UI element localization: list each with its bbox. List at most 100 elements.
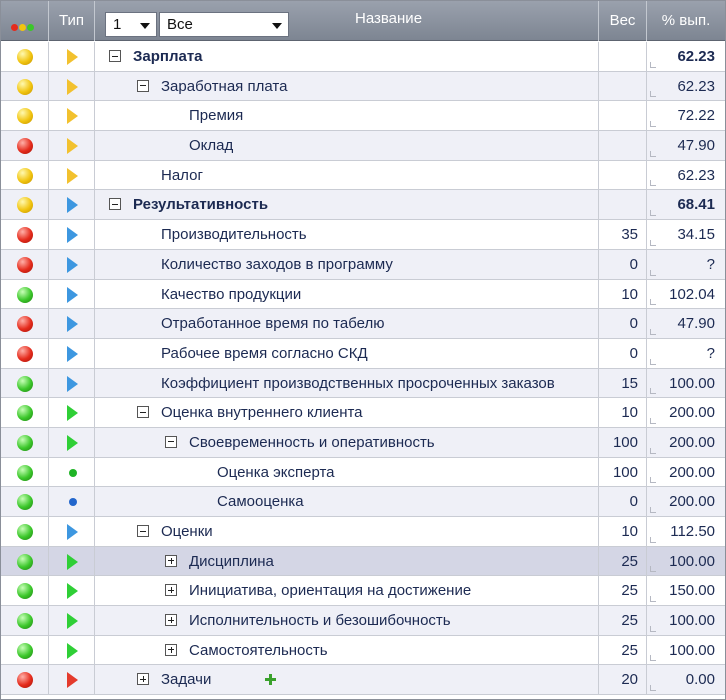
type-column-header[interactable]: Тип [49,1,95,41]
percent-value: 200.00 [669,433,715,451]
percent-cell: 100.00 [647,636,725,665]
row-name: Налог [161,166,203,184]
table-row[interactable]: Оценка внутреннего клиента 10 200.00 [1,398,725,428]
percent-value: 100.00 [669,374,715,392]
name-cell: Рабочее время согласно СКД [95,338,599,368]
percent-column-header[interactable]: % вып. [647,1,725,41]
row-name: Инициатива, ориентация на достижение [189,582,472,600]
weight-cell [599,190,647,220]
percent-cell: 100.00 [647,606,725,635]
table-row[interactable]: Отработанное время по табелю 0 47.90 [1,309,725,339]
table-row[interactable]: Оклад 47.90 [1,131,725,161]
percent-cell: 34.15 [647,220,725,249]
table-row[interactable]: Самостоятельность 25 100.00 [1,635,725,666]
type-cell [49,279,95,309]
row-name: Премия [189,107,244,125]
percent-column-label: % вып. [661,12,711,29]
table-row[interactable]: Самооценка 0 200.00 [1,487,725,517]
status-column-header[interactable] [1,1,49,41]
collapse-icon[interactable] [137,525,149,537]
cell-corner-icon [650,417,656,424]
percent-value: 47.90 [677,315,715,333]
type-cell [49,190,95,220]
table-row[interactable]: Своевременность и оперативность 100 200.00 [1,427,725,458]
name-cell: Оценка внутреннего клиента [95,398,599,427]
table-row[interactable]: Количество заходов в программу 0? [1,249,725,280]
table-row[interactable]: Оценка эксперта 100 200.00 [1,457,725,488]
green-triangle-icon [67,613,78,630]
weight-cell: 35 [599,220,647,249]
status-cell [1,606,49,635]
name-cell: Налог [95,160,599,190]
cell-corner-icon [650,91,656,98]
green-status-icon [17,494,33,511]
table-row[interactable]: Качество продукции 10 102.04 [1,279,725,310]
weight-cell: 10 [599,517,647,546]
status-cell [1,665,49,695]
cell-corner-icon [650,447,656,454]
row-name: Отработанное время по табелю [161,315,385,333]
expand-icon[interactable] [165,614,177,627]
table-row[interactable]: Рабочее время согласно СКД 0? [1,338,725,369]
name-cell: Коэффициент производственных просроченны… [95,368,599,398]
table-row[interactable]: Производительность 35 34.15 [1,220,725,250]
filter-select-value: Все [167,16,193,33]
weight-column-header[interactable]: Вес [599,1,647,41]
percent-value: 47.90 [677,137,715,155]
table-row[interactable]: Инициатива, ориентация на достижение 25 15… [1,576,725,607]
level-select[interactable]: 1 [105,12,157,37]
status-cell [1,546,49,576]
name-cell: Задачи [95,665,599,695]
table-row[interactable]: Заработная плата 62.23 [1,71,725,102]
percent-cell: 200.00 [647,458,725,487]
row-name: Исполнительность и безошибочность [189,612,451,630]
table-row[interactable]: Зарплата 62.23 [1,42,725,72]
yellow-triangle-icon [67,108,78,125]
expand-icon[interactable] [165,643,177,656]
status-cell [1,338,49,368]
percent-cell: 62.23 [647,72,725,101]
expand-icon[interactable] [165,554,177,567]
expand-icon[interactable] [137,673,149,686]
weight-cell: 25 [599,606,647,635]
cell-corner-icon [650,121,656,128]
table-row[interactable]: Коэффициент производственных просроченны… [1,368,725,399]
collapse-icon[interactable] [165,435,177,448]
name-cell: Оценка эксперта [95,457,599,487]
collapse-icon[interactable] [109,50,121,62]
table-row[interactable]: Задачи 20 0.00 [1,665,725,696]
yellow-triangle-icon [67,138,78,155]
table-row[interactable]: Дисциплина 25 100.00 [1,546,725,577]
name-cell: Самостоятельность [95,635,599,665]
collapse-icon[interactable] [137,79,149,92]
table-row[interactable]: Исполнительность и безошибочность 25 100.0… [1,606,725,636]
green-status-icon [17,524,33,540]
table-row[interactable]: Налог 62.23 [1,160,725,191]
yellow-status-icon [17,197,33,214]
status-cell [1,368,49,398]
table-row[interactable]: Премия 72.22 [1,101,725,132]
add-task-icon[interactable] [265,674,276,686]
red-status-icon [17,672,33,689]
name-cell: Качество продукции [95,279,599,309]
status-cell [1,131,49,160]
name-cell: Оклад [95,131,599,160]
weight-cell [599,131,647,160]
percent-value: 34.15 [677,226,715,244]
table-row[interactable]: Оценки 10 112.50 [1,517,725,547]
weight-cell: 25 [599,576,647,606]
status-cell [1,517,49,546]
green-triangle-icon [67,583,78,600]
table-row[interactable]: Результативность 68.41 [1,190,725,221]
cell-corner-icon [650,358,656,365]
percent-cell: 150.00 [647,576,725,605]
name-column-label: Название [355,10,423,27]
expand-icon[interactable] [165,584,177,597]
collapse-icon[interactable] [137,406,149,419]
filter-select[interactable]: Все [159,12,289,37]
collapse-icon[interactable] [109,198,121,211]
type-cell [49,249,95,279]
type-cell [49,71,95,101]
percent-cell: 200.00 [647,398,725,427]
status-cell [1,427,49,457]
